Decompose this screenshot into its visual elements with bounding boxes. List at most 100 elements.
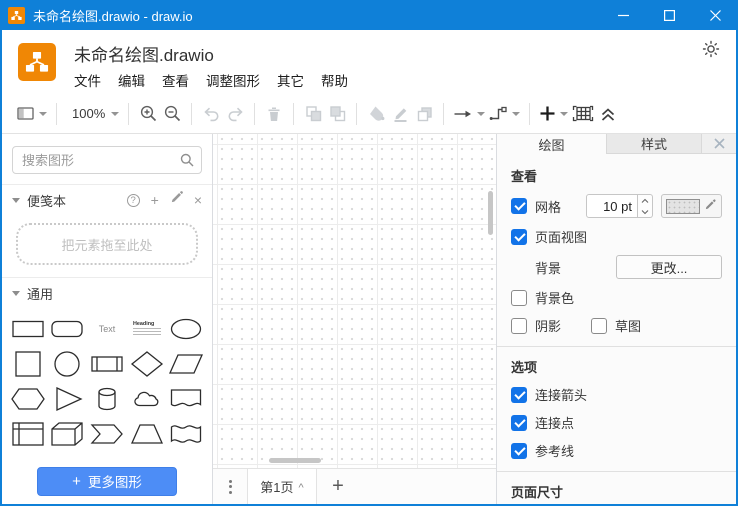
shape-trapezoid[interactable]	[127, 417, 167, 446]
grid-label[interactable]: 网格	[535, 197, 561, 216]
shape-rectangle[interactable]	[8, 312, 48, 345]
insert-button[interactable]	[537, 101, 570, 127]
shadow-button[interactable]	[412, 101, 436, 127]
close-button[interactable]	[692, 0, 738, 30]
connection-style-button[interactable]	[451, 101, 487, 127]
grid-checkbox[interactable]	[511, 198, 527, 214]
view-mode-button[interactable]	[14, 101, 49, 127]
stepper-down-icon[interactable]	[638, 206, 652, 217]
grid-color-button[interactable]	[661, 194, 722, 218]
page-tab-1[interactable]: 第1页 ^	[247, 469, 317, 504]
toolbar: 100%	[2, 94, 736, 134]
add-page-button[interactable]: +	[317, 469, 359, 504]
shape-parallelogram[interactable]	[166, 347, 206, 380]
shape-internal-storage[interactable]	[8, 417, 48, 446]
scratchpad-dropzone[interactable]: 把元素拖至此处	[16, 223, 198, 265]
undo-button[interactable]	[199, 101, 223, 127]
general-section-header[interactable]: 通用	[2, 278, 212, 308]
collapse-expand-button[interactable]	[596, 101, 620, 127]
fill-color-button[interactable]	[364, 101, 388, 127]
more-shapes-button[interactable]: + 更多图形	[37, 467, 177, 496]
minimize-button[interactable]	[600, 0, 646, 30]
shape-textbox[interactable]: Heading	[127, 312, 167, 345]
tab-diagram[interactable]: 绘图	[497, 134, 607, 154]
chevron-down-icon	[39, 112, 47, 120]
background-label: 背景	[535, 258, 561, 277]
shape-process[interactable]	[87, 347, 127, 380]
plus-icon: +	[72, 473, 81, 490]
line-color-button[interactable]	[388, 101, 412, 127]
background-color-checkbox[interactable]	[511, 290, 527, 306]
shape-diamond[interactable]	[127, 347, 167, 380]
panel-close-button[interactable]	[702, 134, 736, 153]
to-back-button[interactable]	[325, 101, 349, 127]
maximize-button[interactable]	[646, 0, 692, 30]
chevron-up-icon: ^	[299, 482, 304, 494]
edit-icon[interactable]	[170, 191, 183, 209]
zoom-in-button[interactable]	[136, 101, 160, 127]
help-icon[interactable]: ?	[127, 194, 140, 207]
menu-extras[interactable]: 其它	[277, 70, 304, 90]
shape-text[interactable]: Text	[87, 312, 127, 345]
to-front-button[interactable]	[301, 101, 325, 127]
close-icon[interactable]: ×	[194, 193, 202, 207]
add-icon[interactable]: +	[151, 193, 159, 207]
connection-arrows-label[interactable]: 连接箭头	[535, 385, 587, 404]
delete-button[interactable]	[262, 101, 286, 127]
page-view-checkbox[interactable]	[511, 229, 527, 245]
shape-cylinder[interactable]	[87, 382, 127, 415]
guides-checkbox[interactable]	[511, 443, 527, 459]
menu-edit[interactable]: 编辑	[118, 70, 145, 90]
connection-points-checkbox[interactable]	[511, 415, 527, 431]
guides-label[interactable]: 参考线	[535, 441, 574, 460]
table-button[interactable]	[570, 101, 596, 127]
zoom-level-dropdown[interactable]: 100%	[64, 101, 121, 127]
shape-rounded-rectangle[interactable]	[48, 312, 88, 345]
view-section-title: 查看	[511, 166, 722, 185]
page-view-label[interactable]: 页面视图	[535, 227, 587, 246]
menu-arrange[interactable]: 调整图形	[206, 70, 260, 90]
tab-style[interactable]: 样式	[607, 134, 702, 153]
grid-size-stepper[interactable]	[638, 194, 653, 218]
background-color-label[interactable]: 背景色	[535, 288, 574, 307]
grid-size-input[interactable]	[586, 194, 638, 218]
scratchpad-title: 便笺本	[27, 191, 127, 210]
sketch-label[interactable]: 草图	[615, 316, 641, 335]
shape-circle[interactable]	[48, 347, 88, 380]
change-background-button[interactable]: 更改...	[616, 255, 722, 279]
shape-document[interactable]	[166, 382, 206, 415]
shape-tape[interactable]	[166, 417, 206, 446]
shadow-label[interactable]: 阴影	[535, 316, 561, 335]
shape-triangle[interactable]	[48, 382, 88, 415]
shadow-checkbox[interactable]	[511, 318, 527, 334]
menu-file[interactable]: 文件	[74, 70, 101, 90]
connection-points-label[interactable]: 连接点	[535, 413, 574, 432]
eyedropper-icon	[704, 198, 717, 214]
page-size-section-title: 页面尺寸	[511, 482, 722, 501]
zoom-value: 100%	[66, 106, 107, 121]
drawing-canvas[interactable]	[213, 134, 496, 468]
pages-menu-button[interactable]	[213, 469, 247, 504]
menu-view[interactable]: 查看	[162, 70, 189, 90]
stepper-up-icon[interactable]	[638, 195, 652, 206]
vertical-scrollbar[interactable]	[488, 191, 493, 235]
grid-color-swatch[interactable]	[666, 199, 700, 214]
redo-button[interactable]	[223, 101, 247, 127]
shape-square[interactable]	[8, 347, 48, 380]
menu-help[interactable]: 帮助	[321, 70, 348, 90]
search-input[interactable]	[12, 146, 202, 174]
connection-arrows-checkbox[interactable]	[511, 387, 527, 403]
horizontal-scrollbar[interactable]	[269, 458, 321, 463]
shape-cloud[interactable]	[127, 382, 167, 415]
shape-hexagon[interactable]	[8, 382, 48, 415]
theme-toggle-button[interactable]	[700, 38, 722, 60]
shape-step[interactable]	[87, 417, 127, 446]
waypoint-style-button[interactable]	[487, 101, 522, 127]
chevron-down-icon	[12, 291, 20, 300]
title-bar: 未命名绘图.drawio - draw.io	[0, 0, 738, 30]
sketch-checkbox[interactable]	[591, 318, 607, 334]
scratchpad-header[interactable]: 便笺本 ? + ×	[2, 185, 212, 215]
shape-ellipse[interactable]	[166, 312, 206, 345]
zoom-out-button[interactable]	[160, 101, 184, 127]
shape-cube[interactable]	[48, 417, 88, 446]
